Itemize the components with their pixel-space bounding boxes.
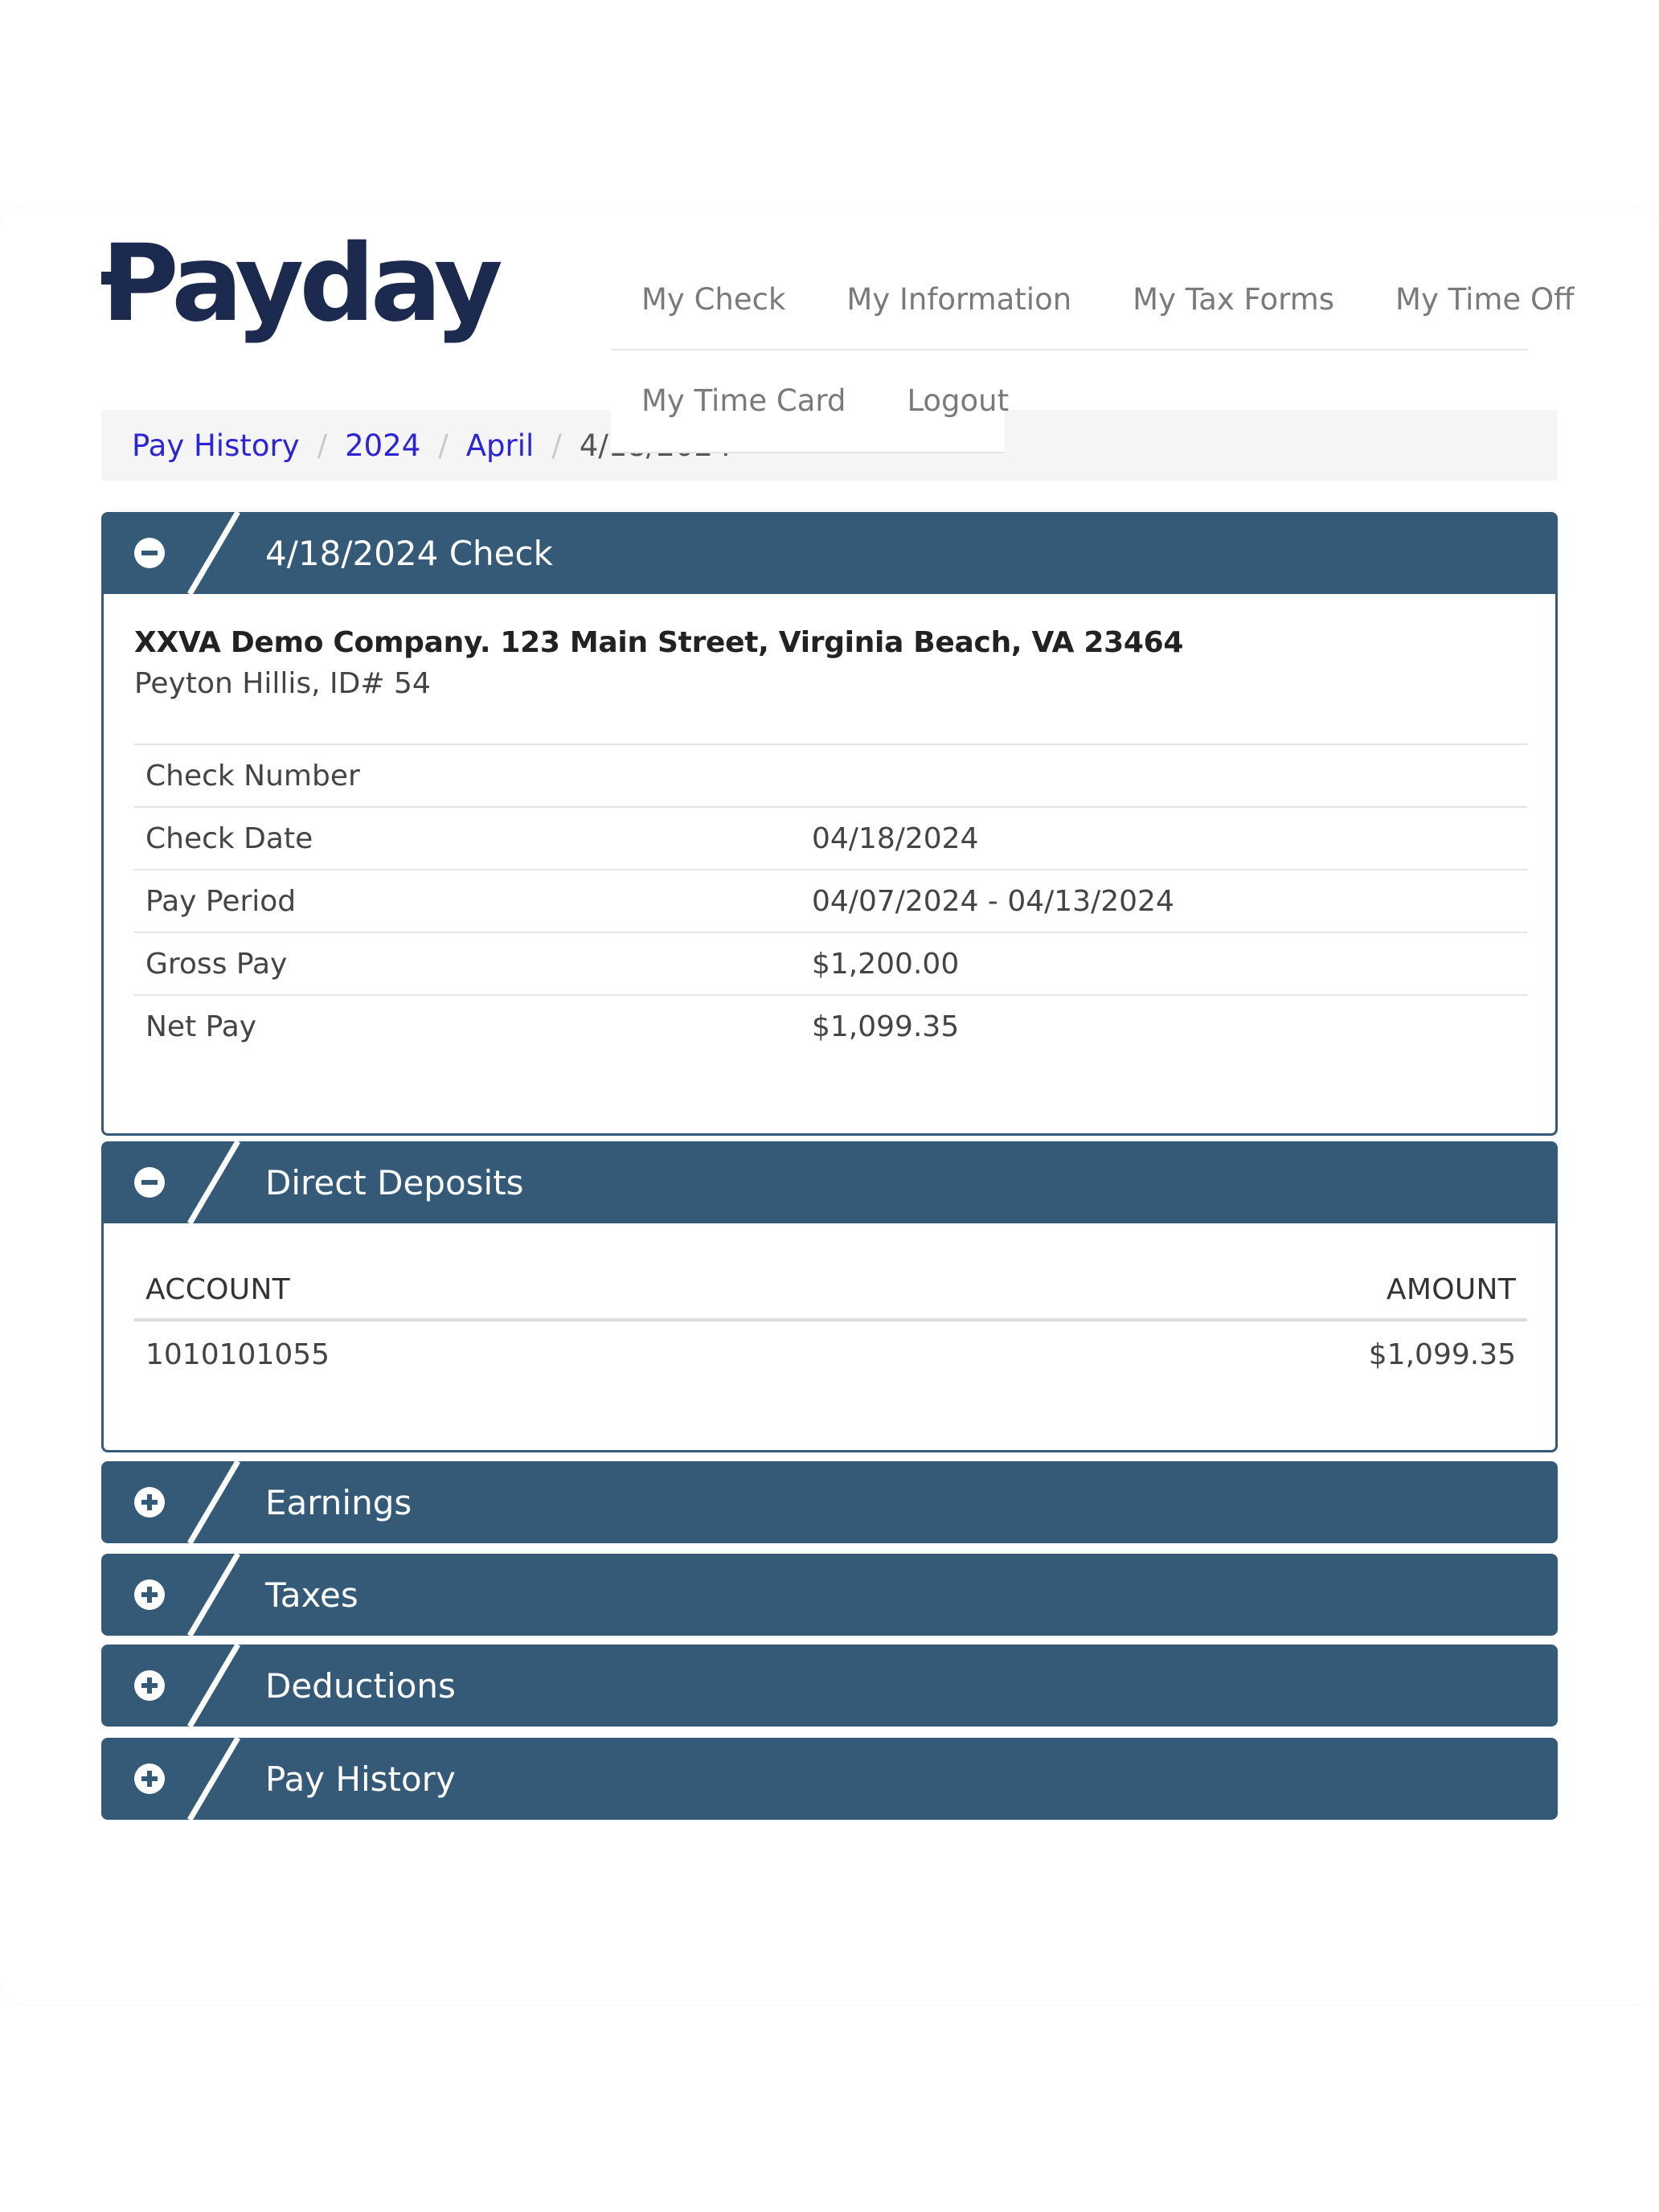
table-row: Pay Period 04/07/2024 - 04/13/2024: [134, 869, 1527, 932]
nav-my-check[interactable]: My Check: [611, 282, 816, 317]
nav-row-primary: My Check My Information My Tax Forms My …: [611, 249, 1575, 350]
header-slash-decoration: [186, 1141, 241, 1223]
pay-period-value: 04/07/2024 - 04/13/2024: [812, 869, 1527, 932]
taxes-title: Taxes: [265, 1575, 358, 1615]
table-row: Check Number: [134, 743, 1527, 807]
header-slash-decoration: [186, 1554, 241, 1636]
check-panel-title: 4/18/2024 Check: [265, 533, 553, 573]
earnings-header[interactable]: Earnings: [101, 1461, 1558, 1543]
direct-deposits-panel: Direct Deposits ACCOUNT AMOUNT 101010105…: [101, 1141, 1558, 1452]
deductions-panel: Deductions: [101, 1645, 1558, 1727]
direct-deposits-table: ACCOUNT AMOUNT 1010101055 $1,099.35: [134, 1260, 1527, 1387]
pay-history-title: Pay History: [265, 1759, 456, 1799]
gross-pay-value: $1,200.00: [812, 932, 1527, 995]
breadcrumb-pay-history[interactable]: Pay History: [132, 428, 300, 463]
company-address: XXVA Demo Company. 123 Main Street, Virg…: [134, 626, 1184, 659]
direct-deposits-header[interactable]: Direct Deposits: [101, 1141, 1558, 1223]
check-number-label: Check Number: [134, 743, 812, 807]
deductions-header[interactable]: Deductions: [101, 1645, 1558, 1727]
employee-name-id: Peyton Hillis, ID# 54: [134, 667, 431, 700]
deposit-account: 1010101055: [145, 1337, 330, 1371]
minus-circle-icon[interactable]: [133, 1166, 166, 1198]
table-row: Gross Pay $1,200.00: [134, 932, 1527, 995]
logo-text: Payday: [101, 225, 502, 346]
breadcrumb-separator: /: [551, 428, 562, 463]
amount-column-header: AMOUNT: [880, 1260, 1527, 1321]
deductions-title: Deductions: [265, 1665, 456, 1706]
net-pay-label: Net Pay: [134, 994, 812, 1057]
nav-row-secondary: My Time Card Logout: [611, 350, 1009, 453]
header-slash-decoration: [186, 1738, 241, 1820]
plus-circle-icon[interactable]: [133, 1486, 166, 1518]
table-row: Net Pay $1,099.35: [134, 994, 1527, 1057]
check-date-label: Check Date: [134, 806, 812, 870]
taxes-panel: Taxes: [101, 1554, 1558, 1636]
check-number-value: [812, 743, 1527, 807]
account-column-header: ACCOUNT: [134, 1260, 881, 1321]
nav-logout[interactable]: Logout: [876, 383, 1039, 418]
nav-my-information[interactable]: My Information: [816, 282, 1102, 317]
header-slash-decoration: [186, 1645, 241, 1727]
nav-my-time-off[interactable]: My Time Off: [1365, 282, 1605, 317]
plus-circle-icon[interactable]: [133, 1669, 166, 1702]
check-details-table: Check Number Check Date 04/18/2024 Pay P…: [134, 743, 1527, 1057]
earnings-panel: Earnings: [101, 1461, 1558, 1543]
direct-deposits-title: Direct Deposits: [265, 1162, 524, 1202]
table-row: Check Date 04/18/2024: [134, 806, 1527, 870]
pay-period-label: Pay Period: [134, 869, 812, 932]
payday-logo[interactable]: Payday: [101, 225, 551, 354]
check-date-value: 04/18/2024: [812, 806, 1527, 870]
breadcrumb-month[interactable]: April: [466, 428, 535, 463]
header-slash-decoration: [186, 512, 241, 594]
check-panel-body: XXVA Demo Company. 123 Main Street, Virg…: [101, 594, 1558, 1136]
check-panel-header[interactable]: 4/18/2024 Check: [101, 512, 1558, 594]
gross-pay-label: Gross Pay: [134, 932, 812, 995]
pay-history-header[interactable]: Pay History: [101, 1738, 1558, 1820]
plus-circle-icon[interactable]: [133, 1763, 166, 1795]
breadcrumb-year[interactable]: 2024: [345, 428, 420, 463]
table-row: 1010101055 $1,099.35: [134, 1320, 1527, 1387]
pay-history-panel: Pay History: [101, 1738, 1558, 1820]
nav-my-time-card[interactable]: My Time Card: [611, 383, 876, 418]
table-header-row: ACCOUNT AMOUNT: [134, 1260, 1527, 1321]
plus-circle-icon[interactable]: [133, 1579, 166, 1611]
check-panel: 4/18/2024 Check XXVA Demo Company. 123 M…: [101, 512, 1558, 1136]
deposit-amount: $1,099.35: [1368, 1337, 1516, 1371]
earnings-title: Earnings: [265, 1482, 412, 1522]
breadcrumb-separator: /: [317, 428, 328, 463]
breadcrumb-separator: /: [438, 428, 449, 463]
taxes-header[interactable]: Taxes: [101, 1554, 1558, 1636]
minus-circle-icon[interactable]: [133, 537, 166, 569]
header-slash-decoration: [186, 1461, 241, 1543]
net-pay-value: $1,099.35: [812, 994, 1527, 1057]
nav-my-tax-forms[interactable]: My Tax Forms: [1102, 282, 1365, 317]
direct-deposits-body: ACCOUNT AMOUNT 1010101055 $1,099.35: [101, 1223, 1558, 1452]
